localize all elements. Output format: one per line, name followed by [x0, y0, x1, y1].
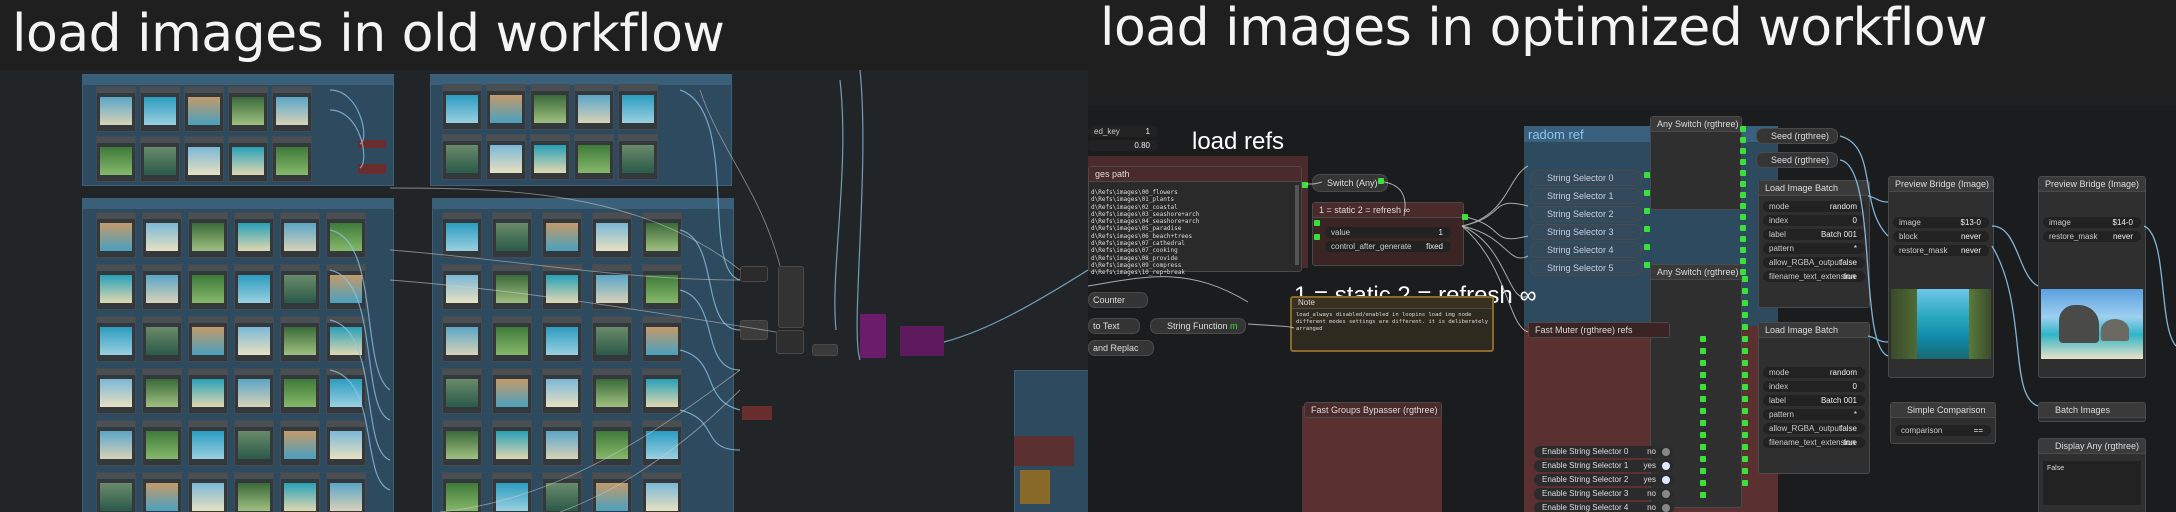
connection-slot[interactable] — [1742, 468, 1748, 474]
connection-slot[interactable] — [1742, 408, 1748, 414]
right-title: load images in optimized workflow — [1100, 0, 1988, 58]
connection-slot[interactable] — [1740, 214, 1746, 220]
connection-slot[interactable] — [1740, 170, 1746, 176]
connection-slot[interactable] — [1700, 432, 1706, 438]
connection-slot[interactable] — [1700, 444, 1706, 450]
connection-slot[interactable] — [1742, 336, 1748, 342]
connection-slot[interactable] — [1644, 208, 1650, 214]
connection-slot[interactable] — [1700, 372, 1706, 378]
optimized-workflow-links — [1088, 135, 2176, 407]
connection-slot[interactable] — [1742, 432, 1748, 438]
connection-slot[interactable] — [1742, 276, 1748, 282]
optimized-workflow-canvas[interactable]: ed_key 1 0.80 load refs radom ref ges pat… — [1088, 106, 2176, 512]
connection-slot[interactable] — [1314, 220, 1320, 226]
connection-slot[interactable] — [1742, 288, 1748, 294]
connection-slot[interactable] — [1700, 360, 1706, 366]
connection-slot[interactable] — [1700, 456, 1706, 462]
connection-slot[interactable] — [1742, 384, 1748, 390]
connection-slot[interactable] — [1644, 190, 1650, 196]
connection-slot[interactable] — [1740, 159, 1746, 165]
connection-slot[interactable] — [1740, 181, 1746, 187]
connection-slot[interactable] — [1740, 247, 1746, 253]
connection-slot[interactable] — [1742, 372, 1748, 378]
old-workflow-links — [329, 70, 1088, 512]
connection-slot[interactable] — [1700, 492, 1706, 498]
connection-slot[interactable] — [1740, 192, 1746, 198]
connection-slot[interactable] — [1700, 348, 1706, 354]
connection-slot[interactable] — [1378, 178, 1384, 184]
connection-slot[interactable] — [1644, 172, 1650, 178]
connection-slot[interactable] — [1742, 312, 1748, 318]
connection-slot[interactable] — [1644, 244, 1650, 250]
connection-slot[interactable] — [1700, 408, 1706, 414]
connection-slot[interactable] — [1742, 444, 1748, 450]
connection-slot[interactable] — [1742, 456, 1748, 462]
connection-slot[interactable] — [1742, 396, 1748, 402]
connection-slot[interactable] — [1740, 203, 1746, 209]
connection-slot[interactable] — [1700, 396, 1706, 402]
connection-slot[interactable] — [1742, 360, 1748, 366]
connection-slot[interactable] — [1740, 126, 1746, 132]
connection-slot[interactable] — [1700, 384, 1706, 390]
connection-slot[interactable] — [1700, 480, 1706, 486]
connection-slot[interactable] — [1700, 420, 1706, 426]
connection-slot[interactable] — [1742, 300, 1748, 306]
connection-slot[interactable] — [1742, 480, 1748, 486]
connection-slot[interactable] — [1700, 336, 1706, 342]
connection-slot[interactable] — [1462, 214, 1468, 220]
connection-slot[interactable] — [1740, 258, 1746, 264]
connection-slot[interactable] — [1644, 226, 1650, 232]
left-title: load images in old workflow — [12, 4, 725, 64]
connection-slot[interactable] — [1742, 324, 1748, 330]
connection-slot[interactable] — [1740, 236, 1746, 242]
connection-slot[interactable] — [1740, 269, 1746, 275]
connection-slot[interactable] — [1740, 137, 1746, 143]
connection-slot[interactable] — [1740, 148, 1746, 154]
old-workflow-canvas[interactable] — [0, 70, 1088, 512]
connection-slot[interactable] — [1644, 262, 1650, 268]
connection-slot[interactable] — [1742, 348, 1748, 354]
connection-slot[interactable] — [1314, 234, 1320, 240]
connection-slot[interactable] — [1740, 225, 1746, 231]
connection-slot[interactable] — [1742, 420, 1748, 426]
connection-slot[interactable] — [1700, 468, 1706, 474]
